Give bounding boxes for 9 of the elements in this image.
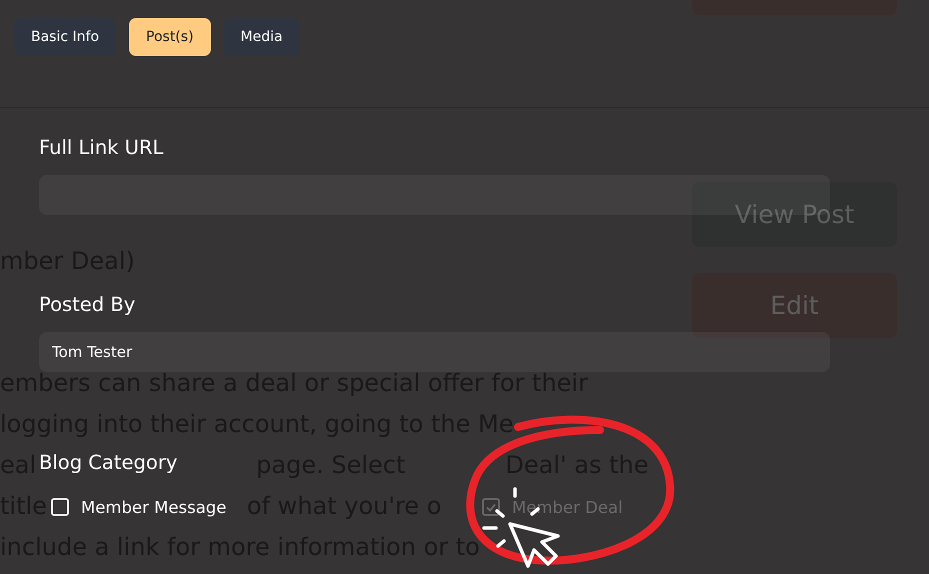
field-label: Full Link URL bbox=[39, 135, 164, 161]
category-checkbox[interactable]: Member Message bbox=[51, 495, 226, 519]
field-label: Blog Category bbox=[39, 450, 178, 476]
tab[interactable]: Basic Info bbox=[14, 18, 116, 56]
field-label: Posted By bbox=[39, 292, 136, 318]
checkbox-icon bbox=[51, 498, 69, 516]
tab[interactable]: Post(s) bbox=[129, 18, 211, 56]
checkbox-icon bbox=[482, 498, 500, 516]
tab[interactable]: Media bbox=[224, 18, 300, 56]
